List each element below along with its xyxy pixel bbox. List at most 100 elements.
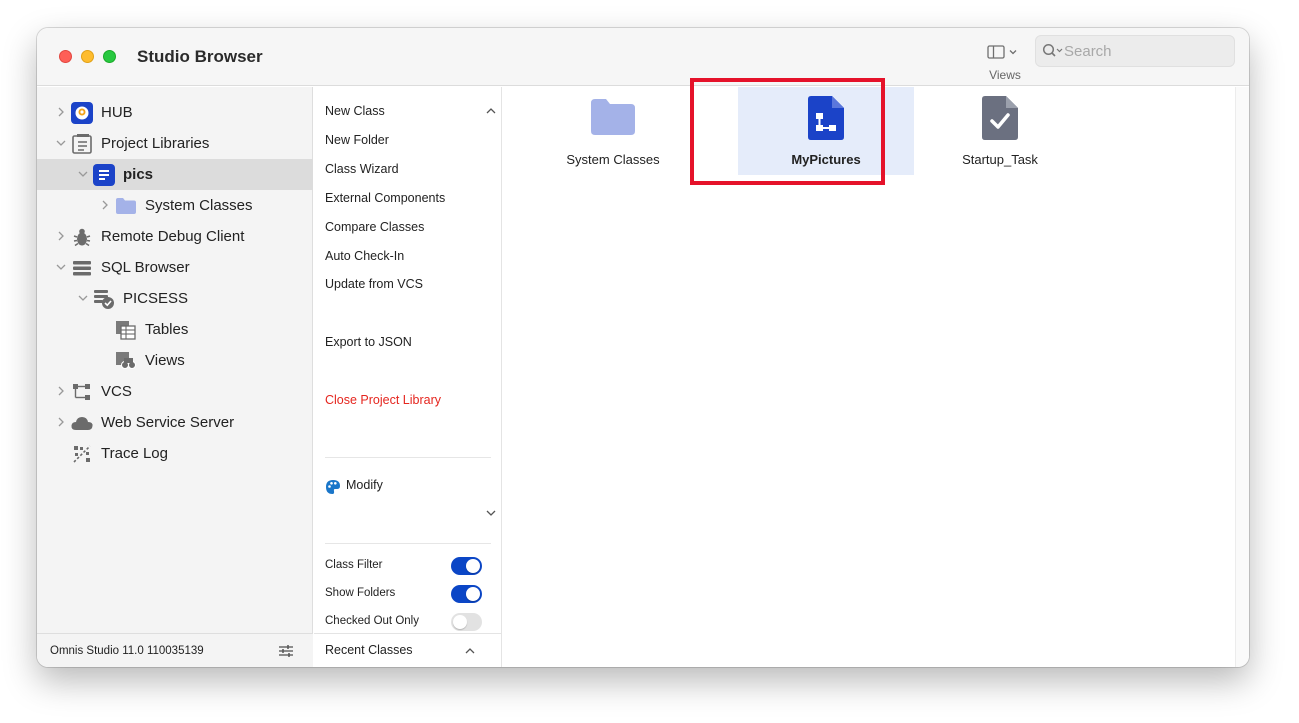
views-label: Views	[989, 68, 1021, 82]
sidebar-item-label: VCS	[101, 383, 132, 400]
hub-icon	[71, 102, 93, 124]
palette-icon	[326, 480, 340, 494]
view-layout-icon	[987, 45, 1017, 59]
show-folders-row: Show Folders	[325, 584, 491, 604]
search-field[interactable]	[1035, 35, 1235, 67]
search-input[interactable]	[1064, 41, 1229, 61]
chevron-up-icon[interactable]	[464, 645, 476, 657]
class-list-pane: System Classes MyPictures Startup_Task	[503, 87, 1235, 667]
sidebar-item-label: System Classes	[145, 197, 253, 214]
folder-icon	[116, 198, 136, 214]
trace-log-icon	[73, 445, 91, 463]
sidebar-item-views[interactable]: Views	[37, 345, 313, 376]
library-icon	[93, 164, 115, 186]
sliders-icon[interactable]	[277, 643, 295, 659]
close-window-button[interactable]	[59, 50, 72, 63]
sidebar-item-web-service-server[interactable]: Web Service Server	[37, 407, 313, 438]
new-folder-action[interactable]: New Folder	[325, 133, 389, 147]
sidebar-item-label: Remote Debug Client	[101, 228, 245, 245]
sidebar-item-project-libraries[interactable]: Project Libraries	[37, 128, 313, 159]
sidebar-item-label: Tables	[145, 321, 189, 338]
sidebar-item-label: Views	[145, 352, 185, 369]
chevron-right-icon[interactable]	[55, 106, 67, 118]
task-icon	[982, 96, 1018, 140]
class-item-system-classes[interactable]: System Classes	[525, 87, 701, 175]
class-item-mypictures[interactable]: MyPictures	[738, 87, 914, 175]
external-components-action[interactable]: External Components	[325, 191, 445, 205]
divider	[325, 543, 491, 544]
project-libraries-icon	[72, 134, 92, 154]
studio-browser-window: Studio Browser Views Search HUB Project …	[37, 28, 1249, 667]
checked-out-only-toggle[interactable]	[451, 613, 482, 631]
chevron-down-icon[interactable]	[485, 507, 497, 519]
class-filter-toggle[interactable]	[451, 557, 482, 575]
cloud-icon	[71, 417, 93, 430]
minimize-window-button[interactable]	[81, 50, 94, 63]
actions-panel: New Class New Folder Class Wizard Extern…	[314, 87, 502, 667]
chevron-right-icon[interactable]	[99, 199, 111, 211]
class-item-label: System Classes	[566, 152, 660, 167]
chevron-down-icon[interactable]	[77, 168, 89, 180]
sidebar-item-pics[interactable]: pics	[37, 159, 313, 190]
export-to-json-action[interactable]: Export to JSON	[325, 335, 412, 349]
title-bar: Studio Browser Views	[37, 28, 1249, 86]
auto-check-in-action[interactable]: Auto Check-In	[325, 249, 404, 263]
class-wizard-action[interactable]: Class Wizard	[325, 162, 399, 176]
tables-icon	[116, 321, 136, 340]
vcs-icon	[73, 384, 90, 400]
sidebar-item-label: SQL Browser	[101, 259, 190, 276]
sidebar-item-vcs[interactable]: VCS	[37, 376, 313, 407]
zoom-window-button[interactable]	[103, 50, 116, 63]
sidebar-item-label: Web Service Server	[101, 414, 235, 431]
sql-browser-icon	[73, 261, 91, 276]
sidebar-item-system-classes[interactable]: System Classes	[37, 190, 313, 221]
sidebar-item-trace-log[interactable]: Trace Log	[37, 438, 313, 469]
chevron-right-icon[interactable]	[55, 385, 67, 397]
remote-form-icon	[808, 96, 844, 140]
class-item-label: MyPictures	[791, 152, 861, 167]
sidebar-tree: HUB Project Libraries pics System Classe…	[37, 87, 313, 667]
sidebar-item-tables[interactable]: Tables	[37, 314, 313, 345]
compare-classes-action[interactable]: Compare Classes	[325, 220, 424, 234]
bug-icon	[73, 228, 91, 247]
session-icon	[94, 290, 114, 309]
sidebar-item-hub[interactable]: HUB	[37, 97, 313, 128]
search-icon	[1042, 43, 1063, 57]
divider	[325, 457, 491, 458]
toggle-label: Show Folders	[325, 587, 396, 599]
sidebar-item-label: Trace Log	[101, 445, 168, 462]
show-folders-toggle[interactable]	[451, 585, 482, 603]
sidebar-item-label: PICSESS	[123, 290, 189, 307]
toggle-label: Checked Out Only	[325, 615, 419, 627]
update-from-vcs-action[interactable]: Update from VCS	[325, 277, 423, 291]
views-button[interactable]: Views	[983, 42, 1023, 88]
chevron-right-icon[interactable]	[55, 416, 67, 428]
chevron-right-icon[interactable]	[55, 230, 67, 242]
modify-label: Modify	[346, 478, 383, 492]
sidebar-item-picsess[interactable]: PICSESS	[37, 283, 313, 314]
window-title: Studio Browser	[137, 47, 263, 66]
chevron-down-icon[interactable]	[55, 137, 67, 149]
class-item-startup-task[interactable]: Startup_Task	[912, 87, 1088, 175]
sidebar-item-label: pics	[123, 166, 154, 183]
chevron-down-icon[interactable]	[77, 292, 89, 304]
class-filter-row: Class Filter	[325, 556, 491, 576]
close-project-library-action[interactable]: Close Project Library	[325, 393, 441, 407]
chevron-down-icon[interactable]	[55, 261, 67, 273]
sidebar-item-remote-debug-client[interactable]: Remote Debug Client	[37, 221, 313, 252]
sidebar-footer: Omnis Studio 11.0 110035139	[37, 633, 313, 667]
new-class-action[interactable]: New Class	[325, 104, 385, 118]
recent-classes-header[interactable]: Recent Classes	[314, 633, 502, 667]
sidebar-item-label: HUB	[101, 104, 133, 121]
class-item-label: Startup_Task	[962, 152, 1038, 167]
version-label: Omnis Studio 11.0 110035139	[50, 645, 204, 657]
sidebar-item-sql-browser[interactable]: SQL Browser	[37, 252, 313, 283]
recent-classes-label: Recent Classes	[325, 643, 413, 657]
checked-out-only-row: Checked Out Only	[325, 612, 491, 632]
sidebar-item-label: Project Libraries	[101, 135, 210, 152]
vertical-scrollbar[interactable]	[1235, 87, 1249, 667]
chevron-up-icon[interactable]	[485, 105, 497, 117]
views-icon	[116, 352, 136, 369]
folder-icon	[591, 99, 635, 135]
toggle-label: Class Filter	[325, 559, 383, 571]
